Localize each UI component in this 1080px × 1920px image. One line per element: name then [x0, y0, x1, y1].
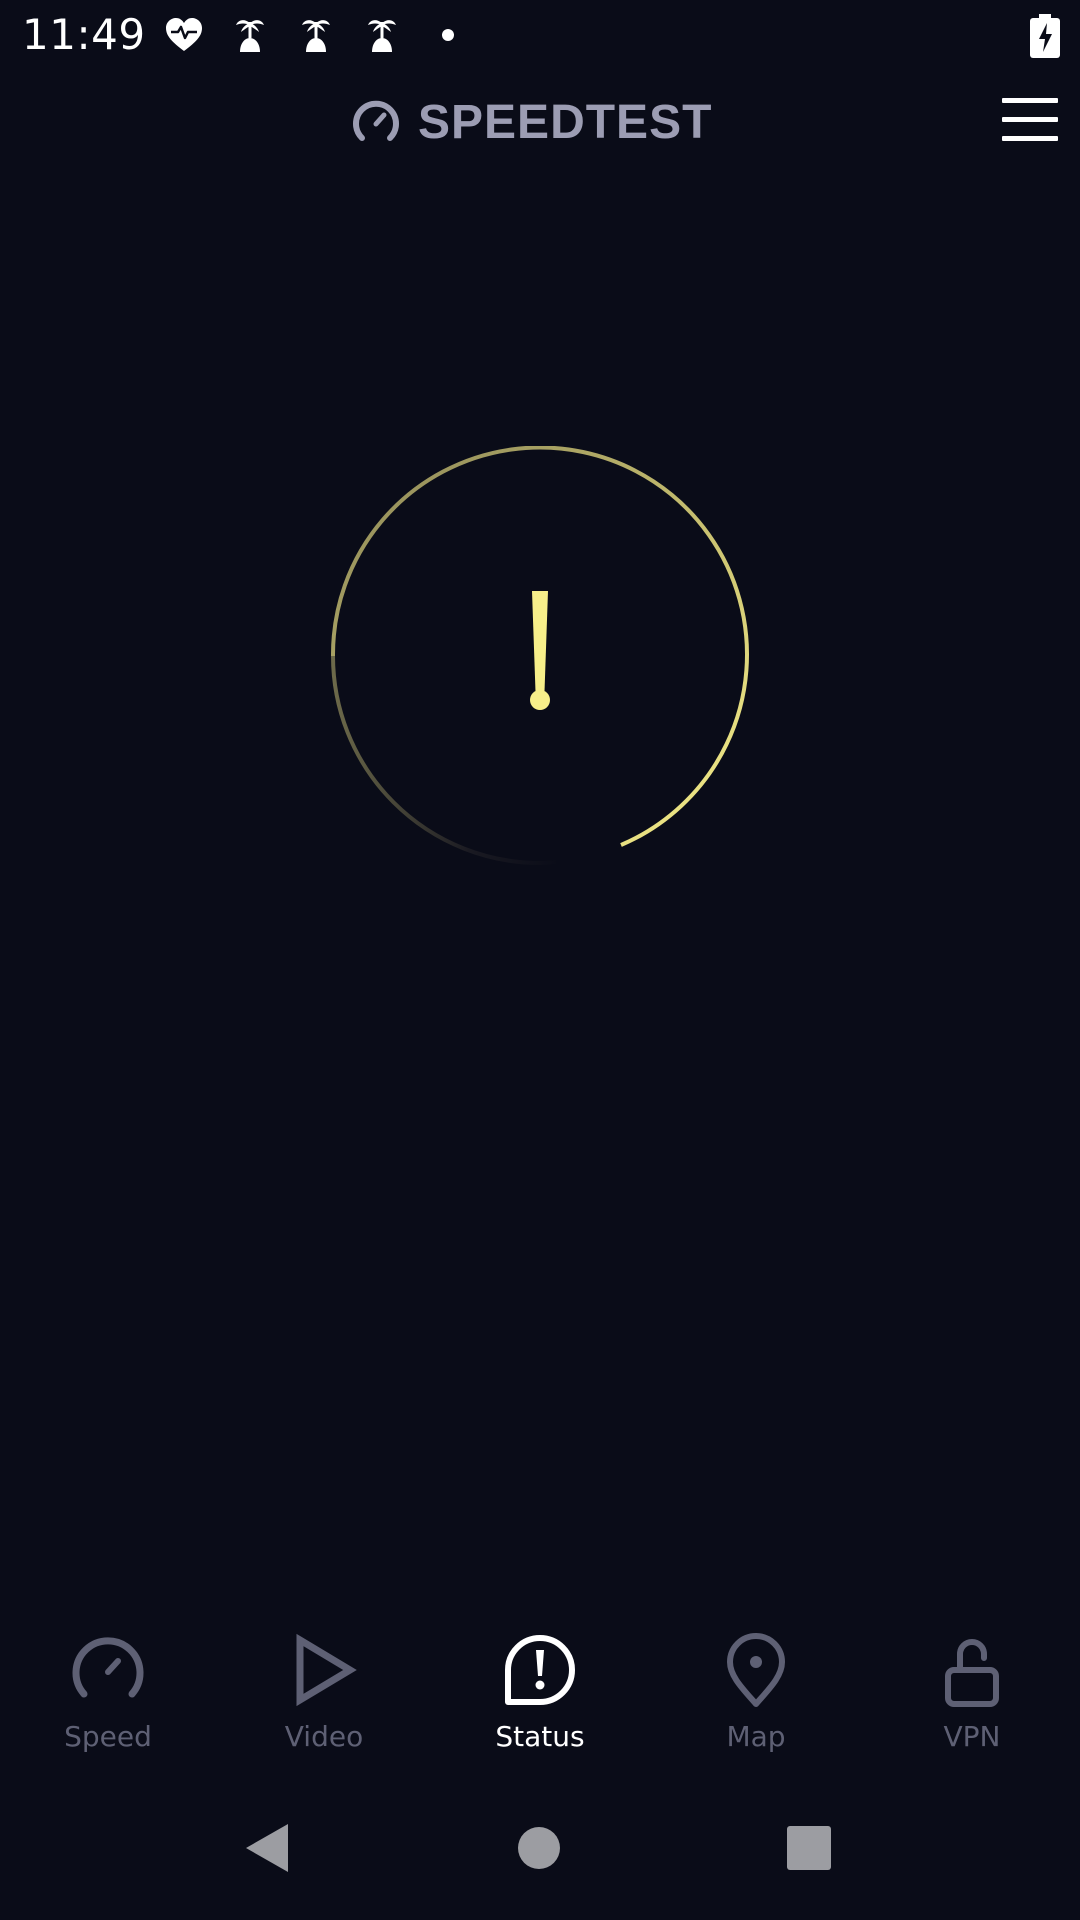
speedtest-status-screen: 11:49 SPEEDTEST Speed Video Status Map V…: [0, 0, 1080, 1920]
recents-square-icon[interactable]: [761, 1800, 857, 1896]
hamburger-menu-icon: [1002, 98, 1058, 103]
nav-label-vpn: VPN: [943, 1720, 1001, 1753]
palm-tree-icon: [368, 20, 396, 52]
status-time: 11:49: [22, 10, 146, 59]
nav-label-speed: Speed: [64, 1720, 152, 1753]
dot-icon: [442, 29, 454, 41]
bottom-nav: Speed Video Status Map VPN: [0, 1620, 1080, 1760]
home-circle-icon[interactable]: [491, 1800, 587, 1896]
palm-tree-icon: [302, 20, 330, 52]
status-ring-fade: [331, 655, 561, 866]
exclamation-icon: [532, 591, 548, 706]
speedometer-icon: [72, 1637, 144, 1698]
system-nav-bar: [0, 1800, 1080, 1896]
alert-bubble-icon: [505, 1635, 575, 1705]
exclamation-dot: [530, 690, 550, 710]
hamburger-menu-bar: [1002, 117, 1058, 122]
map-pin-icon: [727, 1633, 785, 1707]
status-bar: 11:49: [0, 0, 1080, 72]
palm-tree-icon: [236, 20, 264, 52]
nav-item-status[interactable]: Status: [432, 1620, 648, 1760]
speedtest-logo: SPEEDTEST: [350, 94, 712, 150]
app-header: SPEEDTEST: [0, 80, 1080, 160]
back-triangle-icon[interactable]: [220, 1800, 316, 1896]
speedometer-icon: [353, 100, 399, 141]
nav-label-status: Status: [495, 1720, 585, 1753]
battery-charging-icon: [1030, 14, 1060, 58]
menu-button[interactable]: [1002, 98, 1058, 142]
status-indicator: [330, 446, 749, 866]
nav-label-video: Video: [284, 1720, 364, 1753]
unlock-icon: [945, 1639, 999, 1707]
nav-item-map[interactable]: Map: [648, 1620, 864, 1760]
nav-item-speed[interactable]: Speed: [0, 1620, 216, 1760]
logo-text: SPEEDTEST: [418, 95, 713, 149]
nav-item-vpn[interactable]: VPN: [864, 1620, 1080, 1760]
nav-item-video[interactable]: Video: [216, 1620, 432, 1760]
hamburger-menu-bar: [1002, 136, 1058, 141]
nav-label-map: Map: [726, 1720, 786, 1753]
heart-pulse-icon: [166, 18, 202, 51]
play-icon: [296, 1633, 357, 1707]
